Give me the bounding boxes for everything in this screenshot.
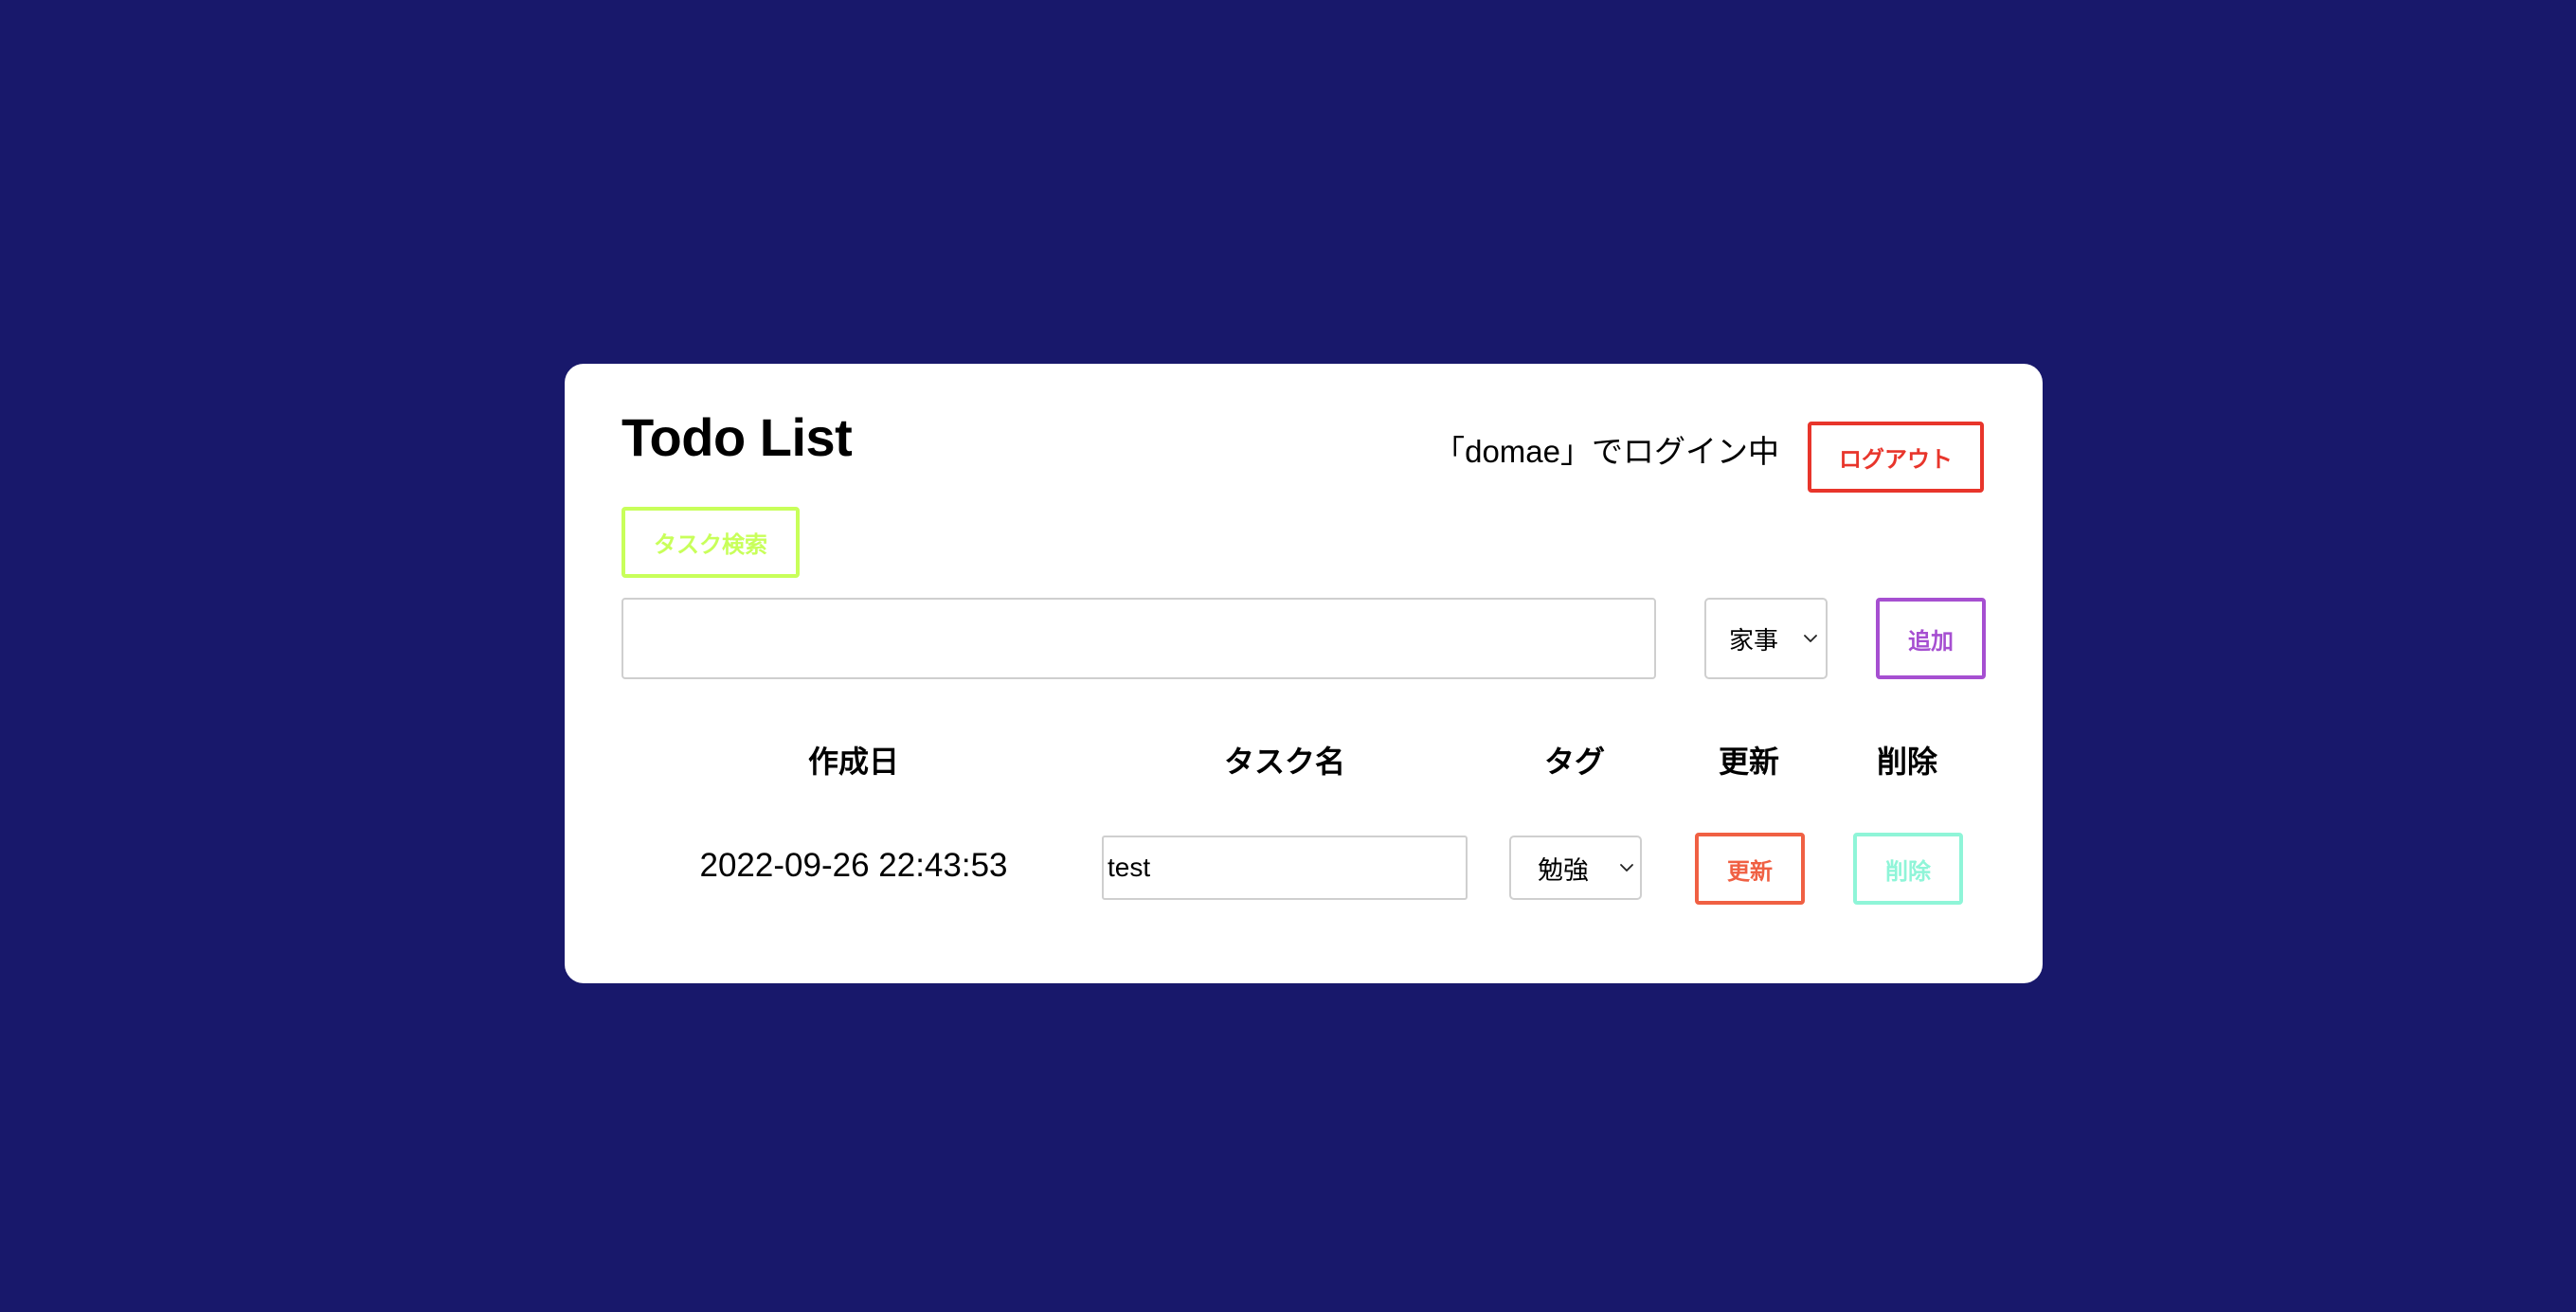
column-header-task-name: タスク名 xyxy=(1223,744,1346,780)
row-created-date: 2022-09-26 22:43:53 xyxy=(699,847,1008,884)
chevron-down-icon xyxy=(1620,864,1633,872)
column-header-tag: タグ xyxy=(1543,744,1606,780)
task-search-button[interactable]: タスク検索 xyxy=(621,507,800,578)
chevron-down-icon xyxy=(1804,635,1817,642)
column-header-created: 作成日 xyxy=(807,744,900,780)
row-delete-button[interactable]: 削除 xyxy=(1853,833,1963,905)
column-header-update: 更新 xyxy=(1718,744,1780,780)
todo-card: Todo List 「domae」でログイン中 ログアウト タスク検索 家事 追… xyxy=(565,364,2043,983)
row-tag-select[interactable]: 勉強 xyxy=(1509,836,1642,900)
row-tag-value: 勉強 xyxy=(1538,855,1589,886)
row-task-name-input[interactable] xyxy=(1102,836,1468,900)
logout-button[interactable]: ログアウト xyxy=(1808,422,1984,493)
add-task-button[interactable]: 追加 xyxy=(1876,598,1986,679)
row-update-button[interactable]: 更新 xyxy=(1695,833,1805,905)
new-task-input[interactable] xyxy=(621,598,1656,679)
page-title: Todo List xyxy=(621,407,853,467)
login-status: 「domae」でログイン中 xyxy=(1433,434,1779,469)
column-header-delete: 削除 xyxy=(1876,744,1938,780)
new-task-tag-value: 家事 xyxy=(1729,626,1779,656)
new-task-tag-select[interactable]: 家事 xyxy=(1704,598,1828,679)
